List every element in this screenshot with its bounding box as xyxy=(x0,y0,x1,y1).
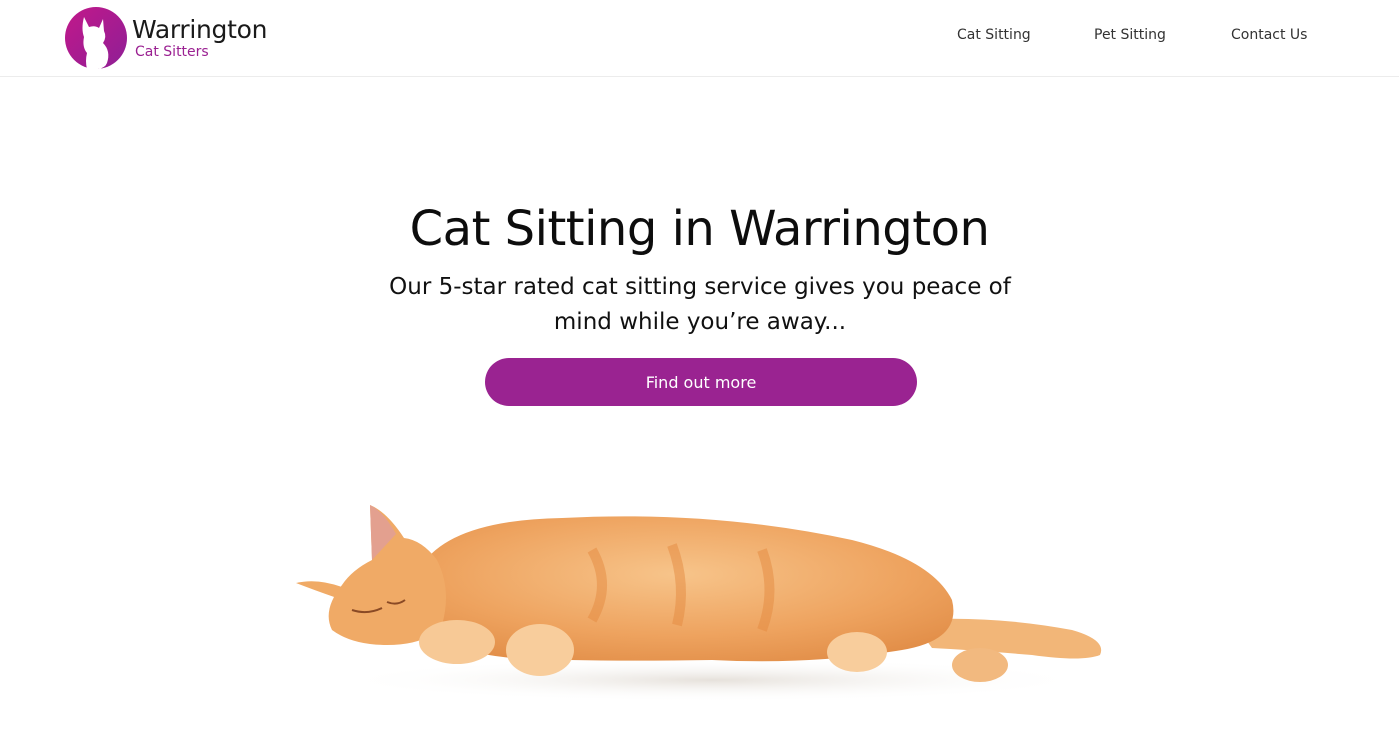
site-header: Warrington Cat Sitters Cat Sitting Pet S… xyxy=(0,0,1399,77)
logo-tagline: Cat Sitters xyxy=(135,44,209,60)
sleeping-ginger-cat-photo xyxy=(296,505,1102,702)
hero-subtitle: Our 5-star rated cat sitting service giv… xyxy=(389,274,1011,335)
logo-title: Warrington xyxy=(132,15,268,44)
logo-link[interactable]: Warrington Cat Sitters xyxy=(65,7,267,69)
cat-silhouette-icon xyxy=(65,7,127,69)
hero-title: Cat Sitting in Warrington xyxy=(409,201,990,257)
nav-link-cat-sitting[interactable]: Cat Sitting xyxy=(957,24,1031,46)
nav-link-pet-sitting[interactable]: Pet Sitting xyxy=(1094,24,1166,46)
find-out-more-button[interactable]: Find out more xyxy=(485,358,917,406)
nav-link-contact-us[interactable]: Contact Us xyxy=(1231,24,1307,46)
logo-text: Warrington Cat Sitters xyxy=(132,15,268,61)
